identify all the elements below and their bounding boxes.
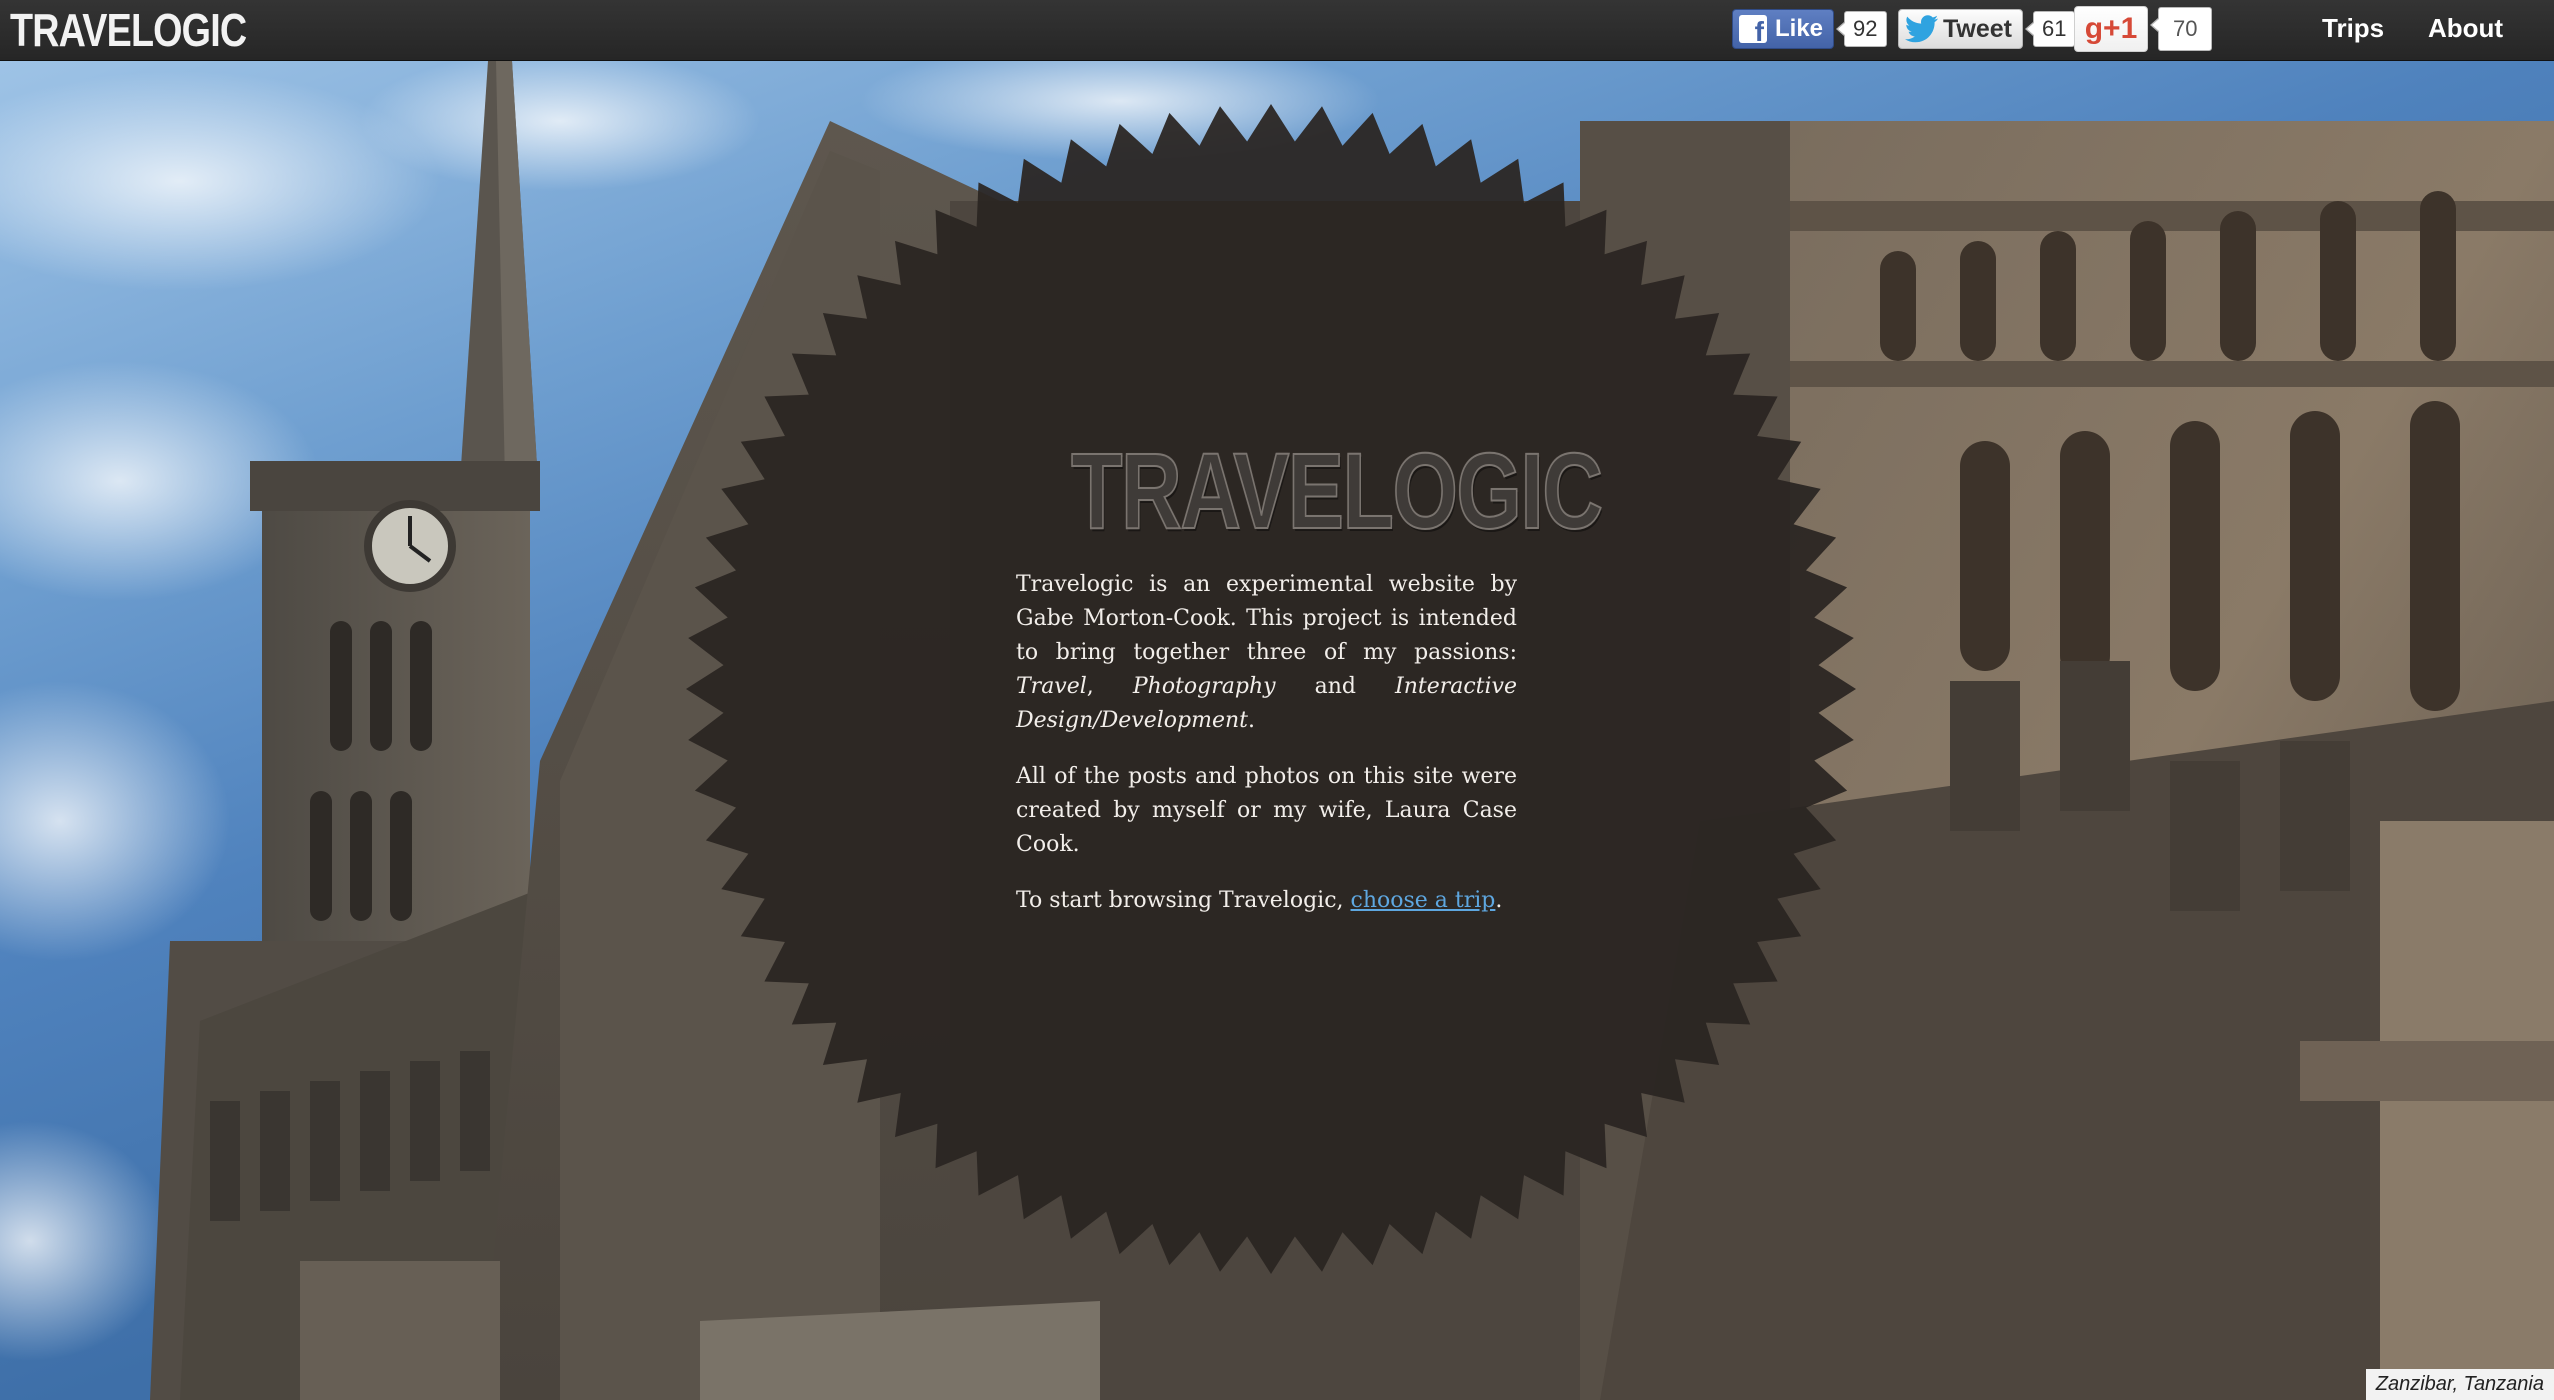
google-plus-widget: g+1 70 <box>2074 6 2213 52</box>
tweet-button[interactable]: Tweet <box>1898 9 2023 49</box>
intro-p1-end: . <box>1248 708 1256 733</box>
photo-caption: Zanzibar, Tanzania <box>2365 1369 2554 1400</box>
facebook-like-count[interactable]: 92 <box>1835 11 1887 47</box>
tweet-label: Tweet <box>1943 14 2012 43</box>
intro-p3-end: . <box>1495 888 1503 913</box>
intro-paragraph-2: All of the posts and photos on this site… <box>1016 764 1517 857</box>
nav-trips-link[interactable]: Trips <box>2322 0 2384 56</box>
facebook-like-label: Like <box>1775 15 1824 42</box>
top-nav-bar: TRAVELOGIC f Like 92 Tweet 61 g+1 70 Tri… <box>0 0 2554 61</box>
google-plus-one-button[interactable]: g+1 <box>2074 6 2148 52</box>
intro-p1-text: Travelogic is an experimental website by… <box>1016 572 1517 665</box>
twitter-bird-icon <box>1905 15 1938 43</box>
facebook-like-widget: f Like 92 <box>1732 6 1887 52</box>
nav-about-link[interactable]: About <box>2428 0 2503 56</box>
choose-a-trip-link[interactable]: choose a trip <box>1351 888 1496 913</box>
facebook-icon: f <box>1739 15 1767 43</box>
intro-p1-sep1: , <box>1086 674 1133 699</box>
brand-logo-link[interactable]: TRAVELOGIC <box>10 2 247 58</box>
tweet-count[interactable]: 61 <box>2024 11 2076 47</box>
intro-p1-travel: Travel <box>1016 674 1087 699</box>
intro-p1-sep2: and <box>1275 674 1395 699</box>
intro-p1-photography: Photography <box>1132 674 1276 699</box>
intro-paragraph-3: To start browsing Travelogic, choose a t… <box>1016 884 1517 918</box>
intro-panel: TRAVELOGIC Travelogic is an experimental… <box>1016 430 1604 940</box>
intro-paragraph-1: Travelogic is an experimental website by… <box>1016 568 1517 738</box>
intro-p3-text: To start browsing Travelogic, <box>1016 888 1351 913</box>
twitter-tweet-widget: Tweet 61 <box>1898 6 2076 52</box>
intro-title: TRAVELOGIC <box>1070 430 1604 551</box>
facebook-like-button[interactable]: f Like <box>1732 9 1835 49</box>
google-plus-count[interactable]: 70 <box>2149 7 2213 51</box>
